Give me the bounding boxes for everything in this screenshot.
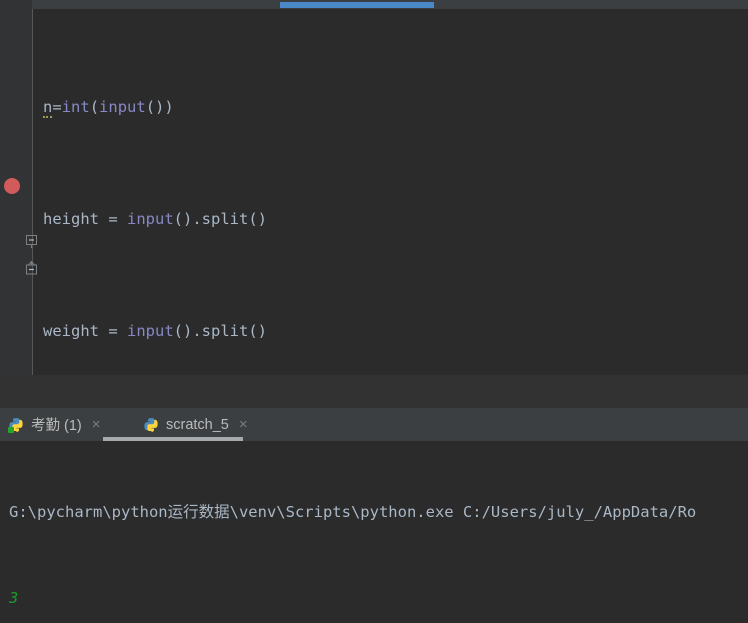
breakpoint-icon[interactable] (4, 178, 20, 194)
code-line-2[interactable]: height = input().split() (33, 205, 748, 233)
scrollbar-thumb[interactable] (280, 2, 434, 8)
console-line-input: 3 (9, 588, 19, 607)
tab-kaoqin[interactable]: 考勤 (1) × (2, 408, 107, 441)
tool-window-separator (0, 375, 748, 408)
code-editor[interactable]: n=int(input()) height = input().split() … (0, 9, 748, 375)
python-icon (8, 417, 24, 433)
close-icon[interactable]: × (239, 416, 248, 433)
editor-horizontal-scrollbar[interactable] (0, 0, 748, 9)
console-line-command: G:\pycharm\python运行数据\venv\Scripts\pytho… (9, 503, 697, 521)
python-icon (143, 417, 159, 433)
close-icon[interactable]: × (92, 416, 101, 433)
run-console-tabbar[interactable]: 考勤 (1) × scratch_5 × (0, 408, 748, 441)
running-indicator (8, 426, 14, 433)
scrollbar-track-left (0, 0, 32, 9)
run-console-output[interactable]: G:\pycharm\python运行数据\venv\Scripts\pytho… (0, 441, 748, 623)
code-line-1[interactable]: n=int(input()) (33, 93, 748, 121)
tab-label: 考勤 (1) (31, 418, 82, 434)
tab-label: scratch_5 (166, 416, 229, 433)
code-content[interactable]: n=int(input()) height = input().split() … (33, 9, 748, 375)
code-line-3[interactable]: weight = input().split() (33, 317, 748, 345)
